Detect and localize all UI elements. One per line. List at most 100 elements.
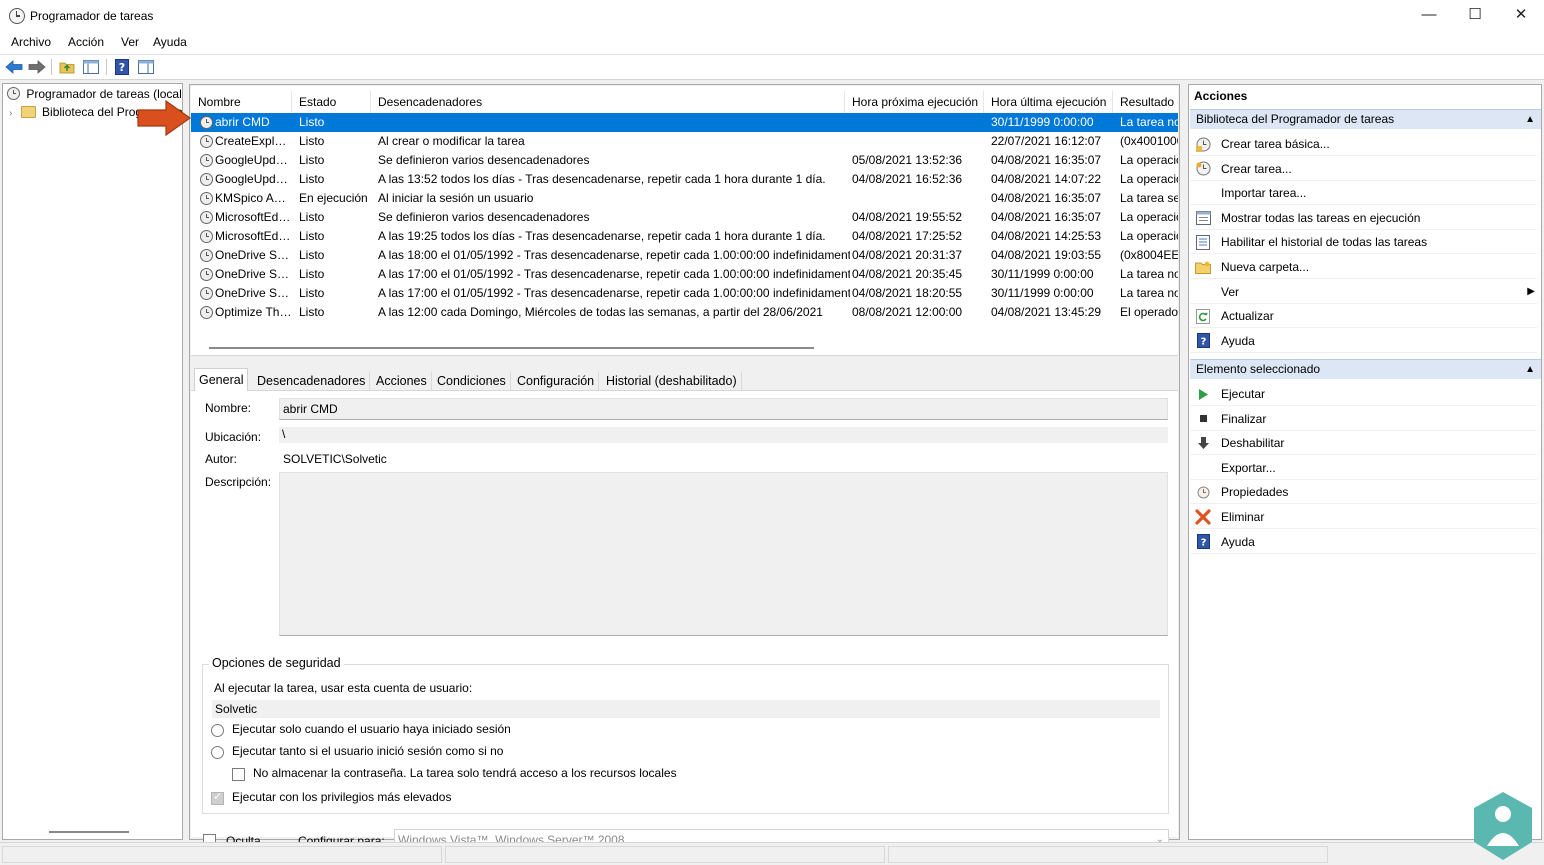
minimize-button[interactable]: — xyxy=(1406,0,1452,32)
column-header-hora-proxima[interactable]: Hora próxima ejecución xyxy=(845,91,984,113)
highest-privileges-checkbox[interactable] xyxy=(211,790,224,805)
tab-general[interactable]: General xyxy=(194,368,249,392)
security-options-title: Opciones de seguridad xyxy=(209,656,344,670)
table-row[interactable]: MicrosoftEdgeUpdateTaskMachineCore Listo S… xyxy=(191,208,1178,227)
run-logged-on-radio[interactable] xyxy=(211,724,224,737)
collapse-caret-icon[interactable]: ▲ xyxy=(1525,110,1535,129)
history-icon xyxy=(1195,234,1211,250)
cell-result: La tarea no se ha ejecutado todavía. xyxy=(1120,286,1178,300)
column-header-hora-ultima[interactable]: Hora última ejecución xyxy=(984,91,1113,113)
action-ayuda[interactable]: ? Ayuda xyxy=(1190,329,1537,353)
run-whether-radio[interactable] xyxy=(211,746,224,759)
table-row[interactable]: OneDrive Standalone Update Task-S2 Listo A… xyxy=(191,284,1178,303)
cell-last-run: 04/08/2021 16:35:07 xyxy=(991,210,1102,224)
expand-chevron-icon[interactable]: › xyxy=(9,108,12,119)
menu-accion[interactable]: Acción xyxy=(68,35,104,49)
account-value: Solvetic xyxy=(212,700,1160,718)
action-deshabilitar[interactable]: Deshabilitar xyxy=(1190,431,1537,456)
properties-icon xyxy=(1195,484,1211,500)
action-crear-tarea[interactable]: Crear tarea... xyxy=(1190,157,1537,181)
cell-last-run: 30/11/1999 0:00:00 xyxy=(991,267,1094,281)
cell-name: OneDrive Standalone Update Task xyxy=(215,248,292,262)
table-row[interactable]: Optimize Thumbnails Listo A las 12:00 cada… xyxy=(191,303,1178,322)
action-actualizar[interactable]: Actualizar xyxy=(1190,304,1537,329)
action-importar-tarea[interactable]: Importar tarea... xyxy=(1190,181,1537,206)
action-propiedades[interactable]: Propiedades xyxy=(1190,480,1537,505)
action-exportar[interactable]: Exportar... xyxy=(1190,456,1537,480)
table-row[interactable]: GoogleUpdateTaskMachineCore Listo Se defin… xyxy=(191,151,1178,170)
cell-name: MicrosoftEdgeUpdateTaskMachineUA xyxy=(215,229,292,243)
tab-historial[interactable]: Historial (deshabilitado) xyxy=(601,371,742,391)
help-icon: ? xyxy=(1195,534,1211,550)
task-clock-icon xyxy=(200,192,213,205)
console-tree: Programador de tareas (local) › Bibliote… xyxy=(2,83,183,840)
cell-next-run: 04/08/2021 19:55:52 xyxy=(852,210,963,224)
description-field[interactable] xyxy=(279,472,1168,636)
forward-arrow-icon[interactable] xyxy=(27,58,47,76)
maximize-button[interactable]: ☐ xyxy=(1452,0,1498,32)
cell-name: CreateExplorerShellUnelevatedTask xyxy=(215,134,292,148)
table-row[interactable]: CreateExplorerShellUnelevatedTask Listo Al… xyxy=(191,132,1178,151)
action-habilitar-el-historial-de-todas-las-tareas[interactable]: Habilitar el historial de todas las tare… xyxy=(1190,230,1537,255)
action-eliminar[interactable]: Eliminar xyxy=(1190,505,1537,529)
cell-status: Listo xyxy=(299,286,325,300)
center-pane: Nombre Estado Desencadenadores Hora próx… xyxy=(189,84,1180,851)
show-hide-action-pane-icon[interactable] xyxy=(136,58,156,76)
tab-configuracion[interactable]: Configuración xyxy=(512,371,600,391)
table-row[interactable]: OneDrive Standalone Update Task Listo A la… xyxy=(191,246,1178,265)
cell-result: El operador o el administrador rechazaro… xyxy=(1120,305,1178,319)
action-ayuda[interactable]: ? Ayuda xyxy=(1190,530,1537,554)
actions-section-selected[interactable]: Elemento seleccionado ▲ xyxy=(1190,359,1541,379)
table-row[interactable]: GoogleUpdateTaskMachineUA Listo A las 13:5… xyxy=(191,170,1178,189)
actions-section-library[interactable]: Biblioteca del Programador de tareas ▲ xyxy=(1190,109,1541,129)
running-tasks-icon xyxy=(1195,210,1211,226)
toolbar-separator xyxy=(106,59,107,75)
column-header-estado[interactable]: Estado xyxy=(292,91,371,113)
menu-ayuda[interactable]: Ayuda xyxy=(153,35,187,49)
cell-status: Listo xyxy=(299,153,325,167)
clock-icon xyxy=(7,87,20,100)
name-field[interactable]: abrir CMD xyxy=(279,398,1168,420)
cell-status: En ejecución xyxy=(299,191,368,205)
table-row[interactable]: KMSpico AutoRun En ejecución Al iniciar la… xyxy=(191,189,1178,208)
run-icon xyxy=(1195,386,1211,402)
cell-name: KMSpico AutoRun xyxy=(215,191,292,205)
help-icon[interactable]: ? xyxy=(112,58,132,76)
cell-status: Listo xyxy=(299,134,325,148)
action-ver[interactable]: Ver ▶ xyxy=(1190,280,1537,304)
cell-last-run: 22/07/2021 16:12:07 xyxy=(991,134,1102,148)
cell-result: La operación se completó correctamente. xyxy=(1120,210,1178,224)
menu-ver[interactable]: Ver xyxy=(121,35,139,49)
menu-archivo[interactable]: Archivo xyxy=(11,35,51,49)
cell-last-run: 30/11/1999 0:00:00 xyxy=(991,286,1094,300)
action-finalizar[interactable]: Finalizar xyxy=(1190,407,1537,431)
table-row[interactable]: MicrosoftEdgeUpdateTaskMachineUA Listo A l… xyxy=(191,227,1178,246)
create-task-icon xyxy=(1195,161,1211,177)
horizontal-scrollbar[interactable] xyxy=(49,831,129,833)
up-folder-icon[interactable] xyxy=(57,58,77,76)
no-store-password-checkbox[interactable] xyxy=(232,768,245,781)
delete-icon xyxy=(1195,509,1211,525)
back-arrow-icon[interactable] xyxy=(4,58,24,76)
table-row[interactable]: OneDrive Standalone Update Task-S Listo A … xyxy=(191,265,1178,284)
tab-condiciones[interactable]: Condiciones xyxy=(432,371,511,391)
column-header-desencadenadores[interactable]: Desencadenadores xyxy=(371,91,845,113)
column-header-resultado[interactable]: Resultado de la última ejecución xyxy=(1113,91,1178,113)
cell-last-run: 04/08/2021 14:25:53 xyxy=(991,229,1102,243)
action-crear-tarea-básica[interactable]: Crear tarea básica... xyxy=(1190,132,1537,156)
status-bar xyxy=(0,842,1544,865)
action-ejecutar[interactable]: Ejecutar xyxy=(1190,382,1537,406)
table-row[interactable]: abrir CMD Listo 30/11/1999 0:00:00 La tarea… xyxy=(191,113,1178,132)
horizontal-scrollbar[interactable] xyxy=(209,347,814,349)
cell-next-run: 04/08/2021 18:20:55 xyxy=(852,286,963,300)
column-header-nombre[interactable]: Nombre xyxy=(191,91,292,113)
tab-acciones[interactable]: Acciones xyxy=(371,371,432,391)
action-label: Ayuda xyxy=(1221,534,1255,549)
close-button[interactable]: ✕ xyxy=(1498,0,1544,32)
description-label: Descripción: xyxy=(205,475,272,489)
action-mostrar-todas-las-tareas-en-ejecución[interactable]: Mostrar todas las tareas en ejecución xyxy=(1190,206,1537,230)
collapse-caret-icon[interactable]: ▲ xyxy=(1525,360,1535,379)
show-hide-console-tree-icon[interactable] xyxy=(81,58,101,76)
action-nueva-carpeta[interactable]: Nueva carpeta... xyxy=(1190,255,1537,279)
tab-desencadenadores[interactable]: Desencadenadores xyxy=(252,371,371,391)
